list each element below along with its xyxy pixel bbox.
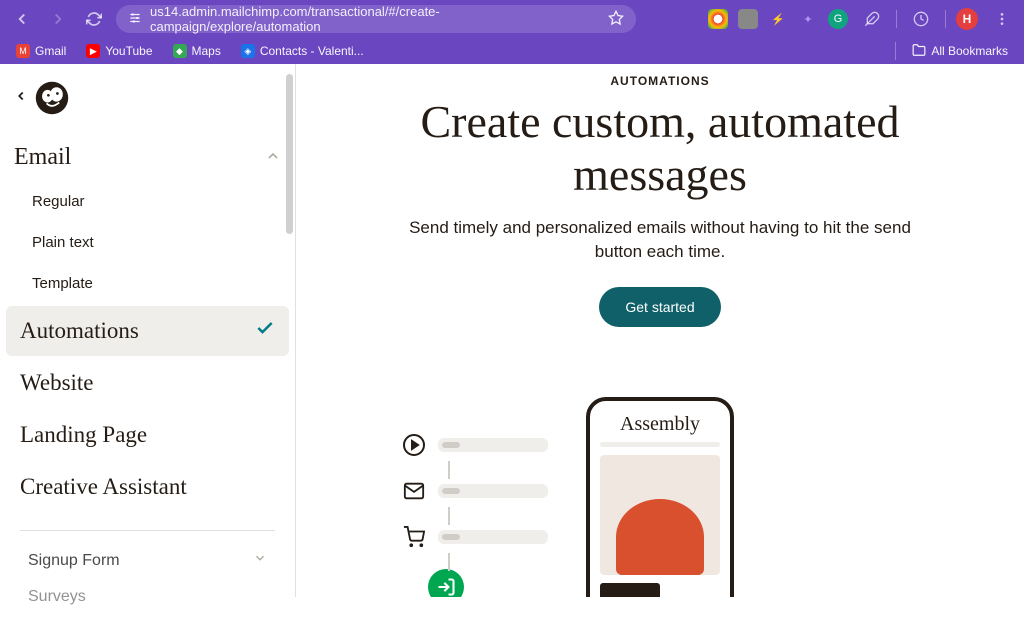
separator: [896, 10, 897, 28]
bookmark-label: Maps: [192, 44, 221, 58]
sidebar-subitem-label: Template: [32, 275, 93, 292]
nav-forward-button[interactable]: [44, 5, 72, 33]
sidebar-section-label: Email: [14, 144, 71, 171]
app-container: Email Regular Plain text Template Automa…: [0, 64, 1024, 597]
sidebar-item-automations[interactable]: Automations: [6, 306, 289, 356]
lamp-shade: [616, 499, 704, 575]
sidebar-item-signup-form[interactable]: Signup Form: [0, 539, 295, 582]
browser-toolbar: us14.admin.mailchimp.com/transactional/#…: [0, 0, 1024, 38]
sidebar-section-email[interactable]: Email: [0, 134, 295, 181]
connector: [448, 553, 450, 571]
extension-icon-5[interactable]: G: [828, 9, 848, 29]
bookmark-gmail[interactable]: M Gmail: [8, 42, 74, 60]
phone-mockup: Assembly: [586, 397, 734, 597]
contacts-icon: ◈: [241, 44, 255, 58]
check-icon: [255, 318, 275, 344]
logo-row: [0, 80, 295, 134]
back-caret-button[interactable]: [14, 89, 28, 108]
sidebar-subitem-regular[interactable]: Regular: [0, 181, 295, 222]
bookmark-label: Contacts - Valenti...: [260, 44, 364, 58]
cart-icon: [400, 523, 428, 551]
phone-cta-block: [600, 583, 660, 597]
profile-avatar[interactable]: H: [956, 8, 978, 30]
mail-icon: [400, 477, 428, 505]
scrollbar-thumb[interactable]: [286, 74, 293, 234]
gmail-icon: M: [16, 44, 30, 58]
extension-icon-1[interactable]: [708, 9, 728, 29]
chevron-up-icon: [265, 144, 281, 171]
sidebar-item-label: Landing Page: [20, 422, 147, 448]
workflow-end-icon: [428, 569, 464, 597]
sidebar-item-label: Website: [20, 370, 94, 396]
mailchimp-logo[interactable]: [34, 80, 70, 116]
sidebar-subitem-plaintext[interactable]: Plain text: [0, 222, 295, 263]
extension-icon-3[interactable]: ⚡: [768, 9, 788, 29]
sidebar-item-surveys[interactable]: Surveys: [0, 582, 295, 618]
extension-icon-4[interactable]: ✦: [798, 9, 818, 29]
sidebar-item-label: Automations: [20, 318, 139, 344]
phone-product-image: [600, 455, 720, 575]
sidebar: Email Regular Plain text Template Automa…: [0, 64, 296, 597]
sidebar-subitem-label: Regular: [32, 193, 85, 210]
site-settings-icon[interactable]: [128, 11, 142, 28]
phone-brand: Assembly: [600, 413, 720, 436]
nav-reload-button[interactable]: [80, 5, 108, 33]
bookmarks-bar: M Gmail ▶ YouTube ◆ Maps ◈ Contacts - Va…: [0, 38, 1024, 64]
workflow-step-trigger: [400, 431, 548, 459]
step-card: [438, 530, 548, 544]
workflow-steps: [400, 431, 548, 597]
workflow-step-email: [400, 477, 548, 505]
eyebrow-text: AUTOMATIONS: [336, 74, 984, 88]
url-text: us14.admin.mailchimp.com/transactional/#…: [150, 4, 600, 34]
sidebar-item-label: Creative Assistant: [20, 474, 187, 500]
illustration: Assembly: [336, 397, 984, 597]
browser-menu-icon[interactable]: [988, 5, 1016, 33]
bookmark-contacts[interactable]: ◈ Contacts - Valenti...: [233, 42, 372, 60]
play-icon: [400, 431, 428, 459]
sidebar-item-creative-assistant[interactable]: Creative Assistant: [6, 462, 289, 512]
youtube-icon: ▶: [86, 44, 100, 58]
step-card: [438, 438, 548, 452]
divider: [20, 530, 275, 531]
address-bar[interactable]: us14.admin.mailchimp.com/transactional/#…: [116, 5, 636, 33]
nav-back-button[interactable]: [8, 5, 36, 33]
bookmark-label: Gmail: [35, 44, 66, 58]
sidebar-item-landing-page[interactable]: Landing Page: [6, 410, 289, 460]
history-icon[interactable]: [907, 5, 935, 33]
maps-icon: ◆: [173, 44, 187, 58]
extensions-menu-icon[interactable]: [858, 5, 886, 33]
chevron-down-icon: [253, 551, 267, 570]
step-card: [438, 484, 548, 498]
star-icon[interactable]: [608, 10, 624, 29]
separator: [895, 42, 896, 60]
bookmark-maps[interactable]: ◆ Maps: [165, 42, 229, 60]
sidebar-item-website[interactable]: Website: [6, 358, 289, 408]
hero-title: Create custom, automated messages: [336, 96, 984, 202]
sidebar-item-label: Surveys: [28, 588, 86, 606]
workflow-step-cart: [400, 523, 548, 551]
all-bookmarks-label: All Bookmarks: [931, 44, 1008, 58]
sidebar-subitem-template[interactable]: Template: [0, 263, 295, 304]
sidebar-item-label: Signup Form: [28, 552, 120, 570]
main-content: AUTOMATIONS Create custom, automated mes…: [296, 64, 1024, 597]
separator: [945, 10, 946, 28]
extension-icon-2[interactable]: [738, 9, 758, 29]
sidebar-subitem-label: Plain text: [32, 234, 94, 251]
bookmark-label: YouTube: [105, 44, 152, 58]
hero-subtitle: Send timely and personalized emails with…: [390, 216, 930, 265]
phone-text-placeholder: [600, 442, 720, 447]
get-started-button[interactable]: Get started: [599, 287, 720, 327]
folder-icon: [912, 43, 926, 60]
all-bookmarks-button[interactable]: All Bookmarks: [904, 41, 1016, 62]
browser-actions: ⚡ ✦ G H: [708, 5, 1016, 33]
bookmark-youtube[interactable]: ▶ YouTube: [78, 42, 160, 60]
browser-chrome: us14.admin.mailchimp.com/transactional/#…: [0, 0, 1024, 64]
